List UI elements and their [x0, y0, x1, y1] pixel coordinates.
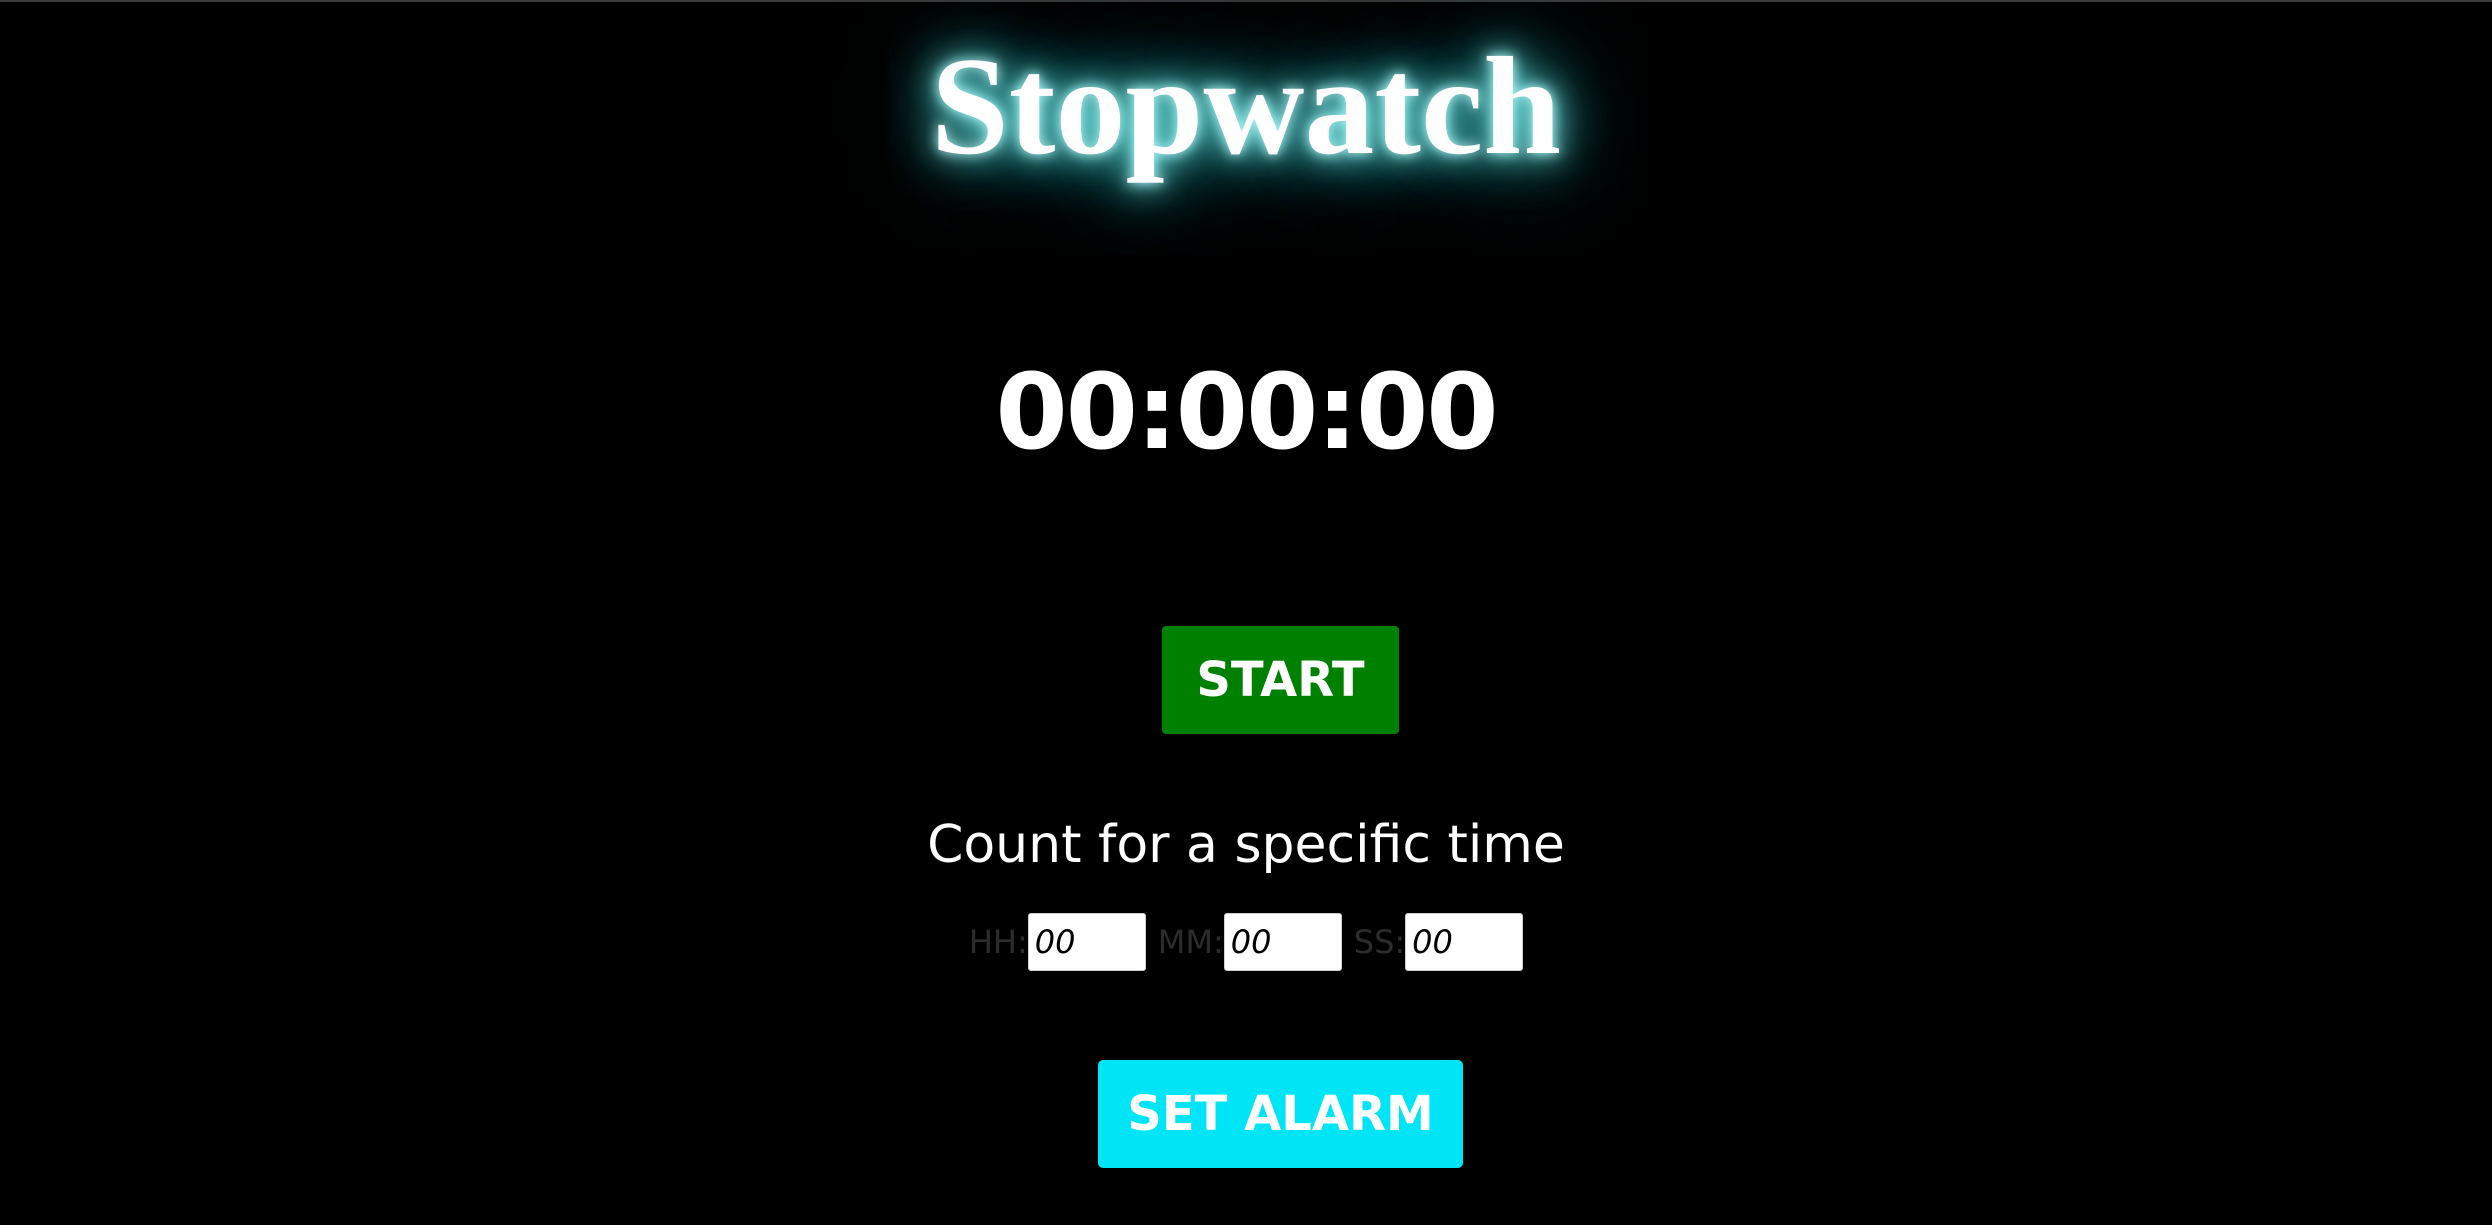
timer-display: 00:00:00 — [995, 351, 1498, 473]
countdown-heading: Count for a specific time — [927, 815, 1565, 875]
set-alarm-button[interactable]: SET ALARM — [1098, 1060, 1463, 1168]
minutes-input[interactable] — [1223, 913, 1342, 971]
minutes-label: MM: — [1157, 923, 1224, 961]
countdown-inputs: HH: MM: SS: — [0, 912, 2492, 972]
seconds-label: SS: — [1353, 923, 1406, 961]
hours-label: HH: — [968, 923, 1028, 961]
page-title: Stopwatch — [930, 29, 1562, 184]
seconds-input[interactable] — [1405, 913, 1524, 971]
hours-input[interactable] — [1027, 913, 1146, 971]
start-button[interactable]: START — [1162, 626, 1399, 734]
